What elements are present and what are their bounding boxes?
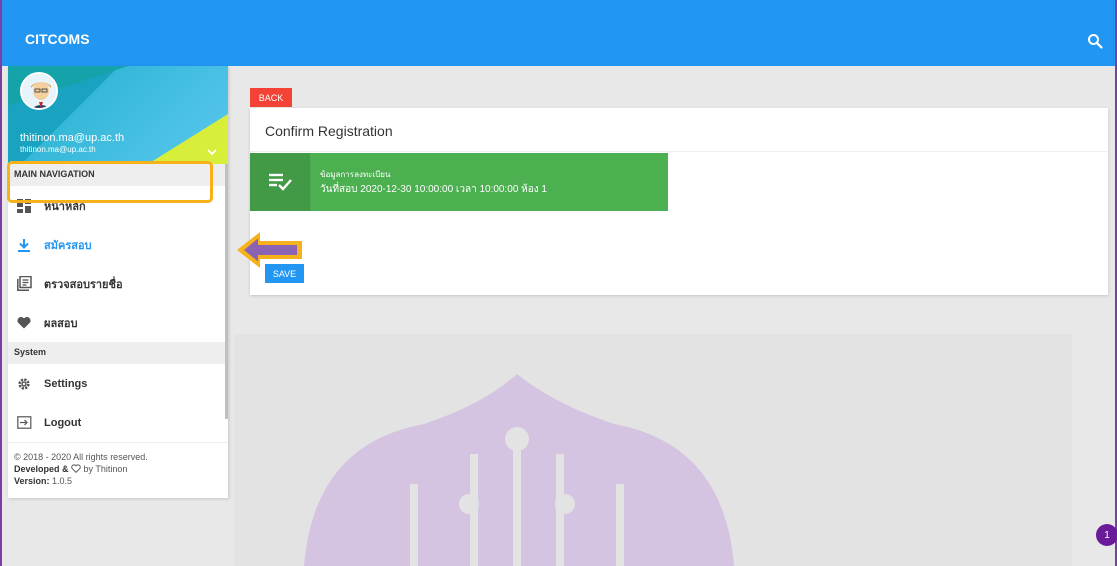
top-bar: CITCOMS	[2, 0, 1115, 66]
heart-icon	[16, 315, 32, 331]
user-name: thitinon.ma@up.ac.th	[20, 132, 125, 144]
sidebar-item-label: ตรวจสอบรายชื่อ	[44, 278, 123, 291]
heart-outline-icon	[71, 464, 81, 473]
avatar	[20, 72, 58, 110]
sidebar-item-register-exam[interactable]: สมัครสอบ	[8, 225, 228, 264]
back-button[interactable]: BACK	[250, 88, 292, 107]
highlight-box	[7, 161, 213, 203]
sidebar-item-results[interactable]: ผลสอบ	[8, 303, 228, 342]
info-heading: ข้อมูลการลงทะเบียน	[320, 170, 391, 179]
user-email: thitinon.ma@up.ac.th	[20, 145, 96, 154]
logout-icon	[16, 415, 32, 431]
version-text: Version: 1.0.5	[14, 476, 73, 486]
download-icon	[16, 237, 32, 253]
exam-date-text: วันที่สอบ 2020-12-30 10:00:00 เวลา 10:00…	[320, 184, 547, 195]
list-icon	[16, 276, 32, 292]
sidebar-footer: © 2018 - 2020 All rights reserved. Devel…	[8, 442, 228, 495]
sidebar-item-label: ผลสอบ	[44, 317, 78, 330]
sidebar: thitinon.ma@up.ac.th thitinon.ma@up.ac.t…	[8, 66, 228, 498]
sidebar-scrollbar[interactable]	[225, 164, 228, 419]
playlist-check-icon	[269, 173, 292, 191]
gear-icon	[16, 376, 32, 392]
search-icon[interactable]	[1087, 33, 1103, 49]
left-arrow-annotation	[237, 232, 302, 268]
sidebar-item-settings[interactable]: Settings	[8, 364, 228, 403]
sidebar-item-check-names[interactable]: ตรวจสอบรายชื่อ	[8, 264, 228, 303]
system-header: System	[8, 342, 228, 364]
app-title[interactable]: CITCOMS	[25, 31, 90, 47]
sidebar-item-label: สมัครสอบ	[44, 239, 92, 252]
sidebar-item-label: Settings	[44, 377, 88, 390]
university-watermark	[234, 334, 1072, 566]
sidebar-item-logout[interactable]: Logout	[8, 403, 228, 442]
chevron-down-icon[interactable]	[206, 146, 218, 158]
registration-info-box: ข้อมูลการลงทะเบียน วันที่สอบ 2020-12-30 …	[250, 153, 668, 211]
sidebar-item-label: Logout	[44, 416, 82, 429]
notification-badge[interactable]: 1	[1096, 524, 1117, 546]
user-panel: thitinon.ma@up.ac.th thitinon.ma@up.ac.t…	[8, 66, 228, 164]
developed-by-text: Developed & by Thitinon	[14, 464, 128, 474]
page-title: Confirm Registration	[250, 108, 1108, 152]
confirm-registration-card: Confirm Registration ข้อมูลการลงทะเบียน …	[250, 108, 1108, 295]
copyright-text: © 2018 - 2020 All rights reserved.	[14, 452, 148, 462]
